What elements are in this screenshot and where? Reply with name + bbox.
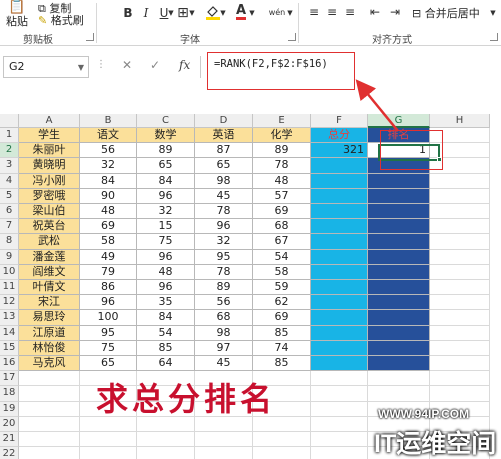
- annotation-title: 求总分排名: [96, 380, 277, 418]
- watermark-logo: IT运维空间: [374, 430, 497, 458]
- watermark-url: WWW.94IP.COM: [378, 407, 470, 421]
